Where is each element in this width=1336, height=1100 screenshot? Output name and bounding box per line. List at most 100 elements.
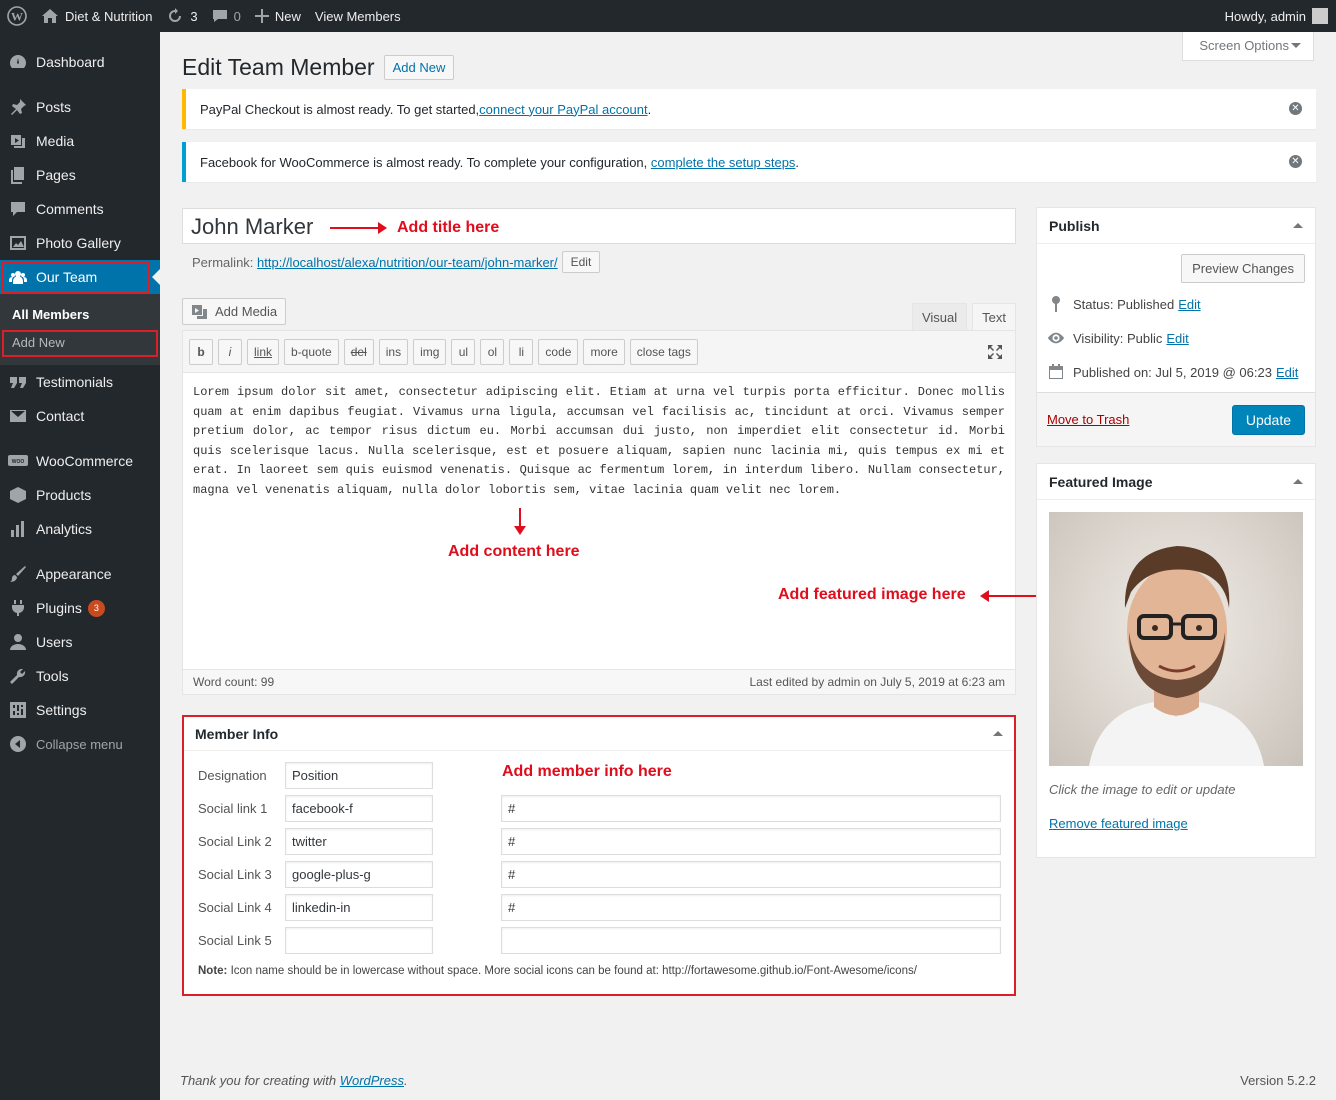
qt-link-button[interactable]: link	[247, 338, 280, 365]
comments-link[interactable]: 0	[205, 0, 248, 32]
paintbrush-icon	[8, 564, 28, 584]
qt-ins-button[interactable]: ins	[378, 338, 409, 365]
qt-more-button[interactable]: more	[583, 338, 625, 365]
social-url-4-input[interactable]: #	[501, 894, 1001, 921]
menu-contact[interactable]: Contact	[0, 399, 160, 433]
menu-pages[interactable]: Pages	[0, 158, 160, 192]
member-row-social-5: Social Link 5	[198, 927, 1001, 954]
quote-icon	[8, 372, 28, 392]
published-row: Published on: Jul 5, 2019 @ 06:23 Edit	[1037, 355, 1315, 389]
social-url-5-input[interactable]	[501, 927, 1001, 954]
permalink: Permalink: http://localhost/alexa/nutrit…	[192, 251, 601, 273]
site-name-link[interactable]: Diet & Nutrition	[34, 0, 159, 32]
move-to-trash-link[interactable]: Move to Trash	[1047, 412, 1129, 427]
menu-our-team[interactable]: Our Team	[0, 260, 160, 294]
permalink-edit-button[interactable]: Edit	[561, 251, 601, 273]
fullscreen-icon[interactable]	[987, 344, 1003, 363]
add-new-button[interactable]: Add New	[383, 55, 455, 80]
plugins-update-badge: 3	[87, 599, 105, 617]
preview-changes-button[interactable]: Preview Changes	[1181, 254, 1305, 283]
designation-input[interactable]: Position	[285, 762, 433, 789]
refresh-icon	[169, 8, 182, 22]
qt-blockquote-button[interactable]: b-quote	[284, 338, 339, 365]
tab-text[interactable]: Text	[972, 303, 1016, 331]
social-icon-2-input[interactable]: twitter	[285, 828, 433, 855]
wordpress-logo-icon[interactable]: W	[0, 0, 34, 32]
qt-ol-button[interactable]: ol	[480, 338, 505, 365]
collapse-triangle-icon[interactable]	[1293, 218, 1303, 228]
featured-image[interactable]	[1049, 512, 1303, 766]
social-url-2-input[interactable]: #	[501, 828, 1001, 855]
content-textarea[interactable]: Lorem ipsum dolor sit amet, consectetur …	[183, 373, 1015, 670]
screen-options-button[interactable]: Screen Options	[1182, 32, 1314, 61]
social-icon-1-input[interactable]: facebook-f	[285, 795, 433, 822]
menu-products[interactable]: Products	[0, 478, 160, 512]
member-row-social-3: Social Link 3 google-plus-g #	[198, 861, 1001, 888]
new-content-link[interactable]: New	[248, 0, 308, 32]
social-icon-5-input[interactable]	[285, 927, 433, 954]
collapse-triangle-icon[interactable]	[993, 726, 1003, 736]
menu-photo-gallery[interactable]: Photo Gallery	[0, 226, 160, 260]
settings-icon	[8, 700, 28, 720]
menu-testimonials[interactable]: Testimonials	[0, 365, 160, 399]
menu-collapse[interactable]: Collapse menu	[0, 727, 160, 761]
social-icon-4-input[interactable]: linkedin-in	[285, 894, 433, 921]
dismiss-icon[interactable]: ✕	[1289, 102, 1302, 115]
menu-settings[interactable]: Settings	[0, 693, 160, 727]
users-icon	[8, 632, 28, 652]
status-edit-link[interactable]: Edit	[1178, 297, 1200, 312]
update-button[interactable]: Update	[1231, 404, 1305, 435]
menu-tools[interactable]: Tools	[0, 659, 160, 693]
social-url-3-input[interactable]: #	[501, 861, 1001, 888]
paypal-connect-link[interactable]: connect your PayPal account	[479, 102, 647, 117]
post-title-input[interactable]: John Marker	[182, 208, 1016, 244]
qt-ul-button[interactable]: ul	[451, 338, 476, 365]
menu-posts[interactable]: Posts	[0, 90, 160, 124]
qt-code-button[interactable]: code	[538, 338, 579, 365]
svg-text:WOO: WOO	[12, 459, 25, 465]
woocommerce-icon: WOO	[8, 451, 28, 471]
dismiss-icon[interactable]: ✕	[1289, 155, 1302, 168]
add-media-button[interactable]: Add Media	[182, 298, 287, 325]
social-icon-3-input[interactable]: google-plus-g	[285, 861, 433, 888]
menu-comments[interactable]: Comments	[0, 192, 160, 226]
qt-img-button[interactable]: img	[413, 338, 447, 365]
my-account-link[interactable]: Howdy, admin	[1218, 0, 1336, 32]
our-team-submenu: All Members Add New	[0, 294, 160, 365]
menu-appearance[interactable]: Appearance	[0, 557, 160, 591]
qt-close-tags-button[interactable]: close tags	[629, 338, 698, 365]
menu-media[interactable]: Media	[0, 124, 160, 158]
collapse-arrow-icon	[8, 734, 28, 754]
qt-del-button[interactable]: del	[343, 338, 374, 365]
calendar-icon	[1047, 364, 1065, 380]
permalink-url[interactable]: http://localhost/alexa/nutrition/our-tea…	[257, 255, 558, 270]
menu-users[interactable]: Users	[0, 625, 160, 659]
menu-dashboard[interactable]: Dashboard	[0, 45, 160, 79]
date-edit-link[interactable]: Edit	[1276, 365, 1298, 380]
home-icon	[42, 9, 58, 23]
member-info-header[interactable]: Member Info	[184, 717, 1014, 751]
visibility-edit-link[interactable]: Edit	[1166, 331, 1188, 346]
wordpress-link[interactable]: WordPress	[340, 1073, 404, 1088]
bar-chart-icon	[8, 519, 28, 539]
publish-box: Publish Preview Changes Status: Publishe…	[1036, 207, 1316, 447]
facebook-setup-link[interactable]: complete the setup steps	[651, 155, 796, 170]
publish-header[interactable]: Publish	[1037, 208, 1315, 244]
pin-icon	[8, 97, 28, 117]
menu-analytics[interactable]: Analytics	[0, 512, 160, 546]
tab-visual[interactable]: Visual	[911, 303, 968, 331]
view-members-link[interactable]: View Members	[308, 0, 408, 32]
collapse-triangle-icon[interactable]	[1293, 474, 1303, 484]
qt-bold-button[interactable]: b	[189, 338, 213, 365]
qt-italic-button[interactable]: i	[218, 338, 242, 365]
visibility-row: Visibility: Public Edit	[1037, 321, 1315, 355]
remove-featured-image-link[interactable]: Remove featured image	[1049, 816, 1188, 831]
featured-image-header[interactable]: Featured Image	[1037, 464, 1315, 500]
menu-plugins[interactable]: Plugins 3	[0, 591, 160, 625]
submenu-add-new[interactable]: Add New	[0, 329, 160, 357]
updates-link[interactable]: 3	[159, 0, 204, 32]
social-url-1-input[interactable]: #	[501, 795, 1001, 822]
menu-woocommerce[interactable]: WOO WooCommerce	[0, 444, 160, 478]
submenu-all-members[interactable]: All Members	[0, 301, 160, 329]
qt-li-button[interactable]: li	[509, 338, 534, 365]
